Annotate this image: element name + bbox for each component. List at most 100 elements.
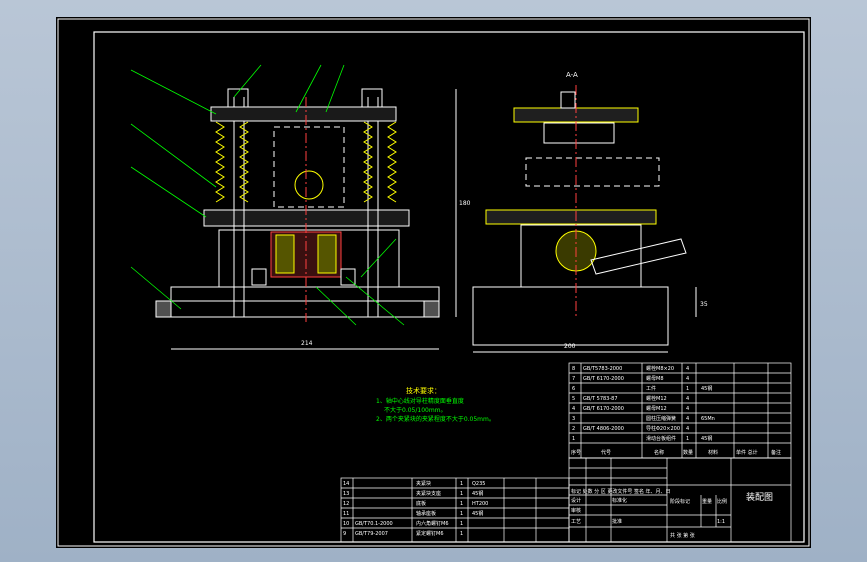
bom-row-name: 夹紧块支座	[416, 490, 441, 497]
clamp-block-right	[317, 234, 337, 274]
bom-row-name: 滑动台板组件	[646, 435, 676, 442]
bom-row-name: 夹紧块	[416, 480, 431, 487]
bom-row-qty: 4	[686, 406, 689, 412]
top-plate	[210, 106, 397, 122]
side-top-block	[543, 122, 615, 144]
title-sheets: 共 张 第 张	[670, 532, 695, 539]
side-handle	[590, 238, 687, 275]
bom-row-no: 5	[572, 396, 575, 402]
bom-header-code: 代号	[601, 449, 611, 456]
bom-upper-rows: 8 GB/T5783-2000 螺栓M8×20 4 7 GB/T 6170-2000 螺母M…	[572, 365, 715, 442]
bom-header-weight: 单件 总计	[736, 449, 758, 456]
bom-row-code: GB/T 4806-2000	[583, 426, 624, 432]
bom-row-no: 13	[343, 491, 349, 497]
base-plate	[170, 286, 440, 302]
bom-row-no: 12	[343, 501, 349, 507]
bom-row-qty: 1	[460, 531, 463, 537]
bom-row-qty: 1	[460, 521, 463, 527]
title-standard: 标准化	[612, 497, 627, 504]
side-workpiece	[525, 157, 660, 187]
dim-width-side: 200	[564, 343, 576, 350]
bom-row-mat: HT200	[472, 501, 488, 507]
outer-frame	[57, 18, 810, 547]
bom-row-mat: 45钢	[472, 510, 483, 517]
tech-req-line-2: 不大于0.05/100mm。	[384, 406, 447, 414]
bom-row-code: GB/T 6170-2000	[583, 376, 624, 382]
bom-row-qty: 1	[686, 386, 689, 392]
title-design: 设计	[571, 497, 581, 504]
title-weight-label: 重量	[702, 498, 712, 505]
dim-small-side: 35	[700, 301, 708, 308]
bom-row-qty: 1	[460, 511, 463, 517]
bom-row-qty: 4	[686, 416, 689, 422]
bom-row-no: 11	[343, 511, 349, 517]
bom-row-name: 螺栓M8×20	[646, 365, 674, 372]
title-stage-label: 阶段标记	[670, 498, 690, 505]
side-top-nut	[560, 91, 576, 109]
bom-row-mat: 45钢	[472, 490, 483, 497]
bom-row-name: 内六角螺钉M6	[416, 520, 449, 527]
tech-req-line-3: 2、两个夹紧块的夹紧程度不大于0.05mm。	[376, 415, 495, 423]
bom-row-code: GB/T5783-2000	[583, 366, 622, 372]
bom-row-code: GB/T79-2007	[355, 531, 388, 537]
bom-row-name: 紧定螺钉M6	[416, 530, 444, 537]
bom-row-name: 圆柱压缩弹簧	[646, 415, 676, 422]
bom-row-code: GB/T70.1-2000	[355, 521, 393, 527]
title-approve: 批准	[612, 518, 622, 525]
nut-top-right	[361, 88, 383, 108]
bom-row-no: 6	[572, 386, 575, 392]
bom-row-qty: 4	[686, 366, 689, 372]
dim-width-front: 214	[301, 340, 313, 347]
bom-row-name: 导柱Φ20×200	[646, 425, 680, 432]
bom-row-name: 工件	[646, 385, 656, 392]
bom-header-note: 备注	[771, 449, 781, 456]
bom-row-qty: 1	[686, 436, 689, 442]
spring-left	[215, 121, 249, 203]
title-row1: 标记 处数 分 区 更改文件号 签名 年、月、日	[571, 488, 671, 495]
bom-row-name: 螺栓M12	[646, 395, 667, 402]
bom-row-name: 底板	[416, 500, 426, 507]
bom-row-qty: 4	[686, 426, 689, 432]
spring-right	[363, 121, 397, 203]
bom-row-no: 1	[572, 436, 575, 442]
section-label: A-A	[566, 71, 578, 79]
side-view	[472, 85, 697, 353]
clamp-block-left	[275, 234, 295, 274]
base-hatch-left	[155, 300, 172, 318]
bom-row-no: 4	[572, 406, 575, 412]
title-scale-label: 比例	[717, 498, 727, 505]
title-audit: 审核	[571, 507, 581, 514]
bom-row-no: 14	[343, 481, 349, 487]
bom-header-mat: 材料	[708, 449, 718, 456]
bom-row-name: 轴承座板	[416, 510, 436, 517]
bom-row-code: GB/T 6170-2000	[583, 406, 624, 412]
bom-row-no: 2	[572, 426, 575, 432]
bom-header-name: 名称	[654, 449, 664, 456]
bom-row-mat: 45钢	[701, 385, 712, 392]
bom-row-mat: Q235	[472, 481, 485, 487]
workpiece-arc	[294, 170, 324, 200]
nut-bottom-left	[251, 268, 267, 286]
bom-row-no: 3	[572, 416, 575, 422]
bom-row-qty: 4	[686, 376, 689, 382]
leader-lines	[130, 64, 405, 326]
dim-height-front: 180	[459, 200, 471, 207]
bom-row-name: 螺母M12	[646, 405, 667, 412]
title-process: 工艺	[571, 519, 581, 525]
workpiece-outline	[273, 126, 345, 208]
tech-req-title: 技术要求：	[406, 386, 441, 395]
bom-row-no: 7	[572, 376, 575, 382]
bom-row-qty: 4	[686, 396, 689, 402]
bom-row-no: 10	[343, 521, 349, 527]
bom-header-qty: 数量	[683, 449, 693, 456]
drawing-sheet: 214 180 A-A 200 35 技术要求： 1、轴中心线对导柱精度面垂直度…	[56, 17, 811, 548]
bom-row-mat: 65Mn	[701, 416, 715, 422]
bom-row-qty: 1	[460, 491, 463, 497]
side-base	[472, 286, 669, 346]
bom-row-no: 8	[572, 366, 575, 372]
bom-lower-rows: 14 夹紧块 1 Q235 13 夹紧块支座 1 45钢 12 底板 1 HT200 11 轴承座板 1 45…	[343, 480, 488, 537]
drawing-name: 装配图	[746, 491, 773, 503]
bom-row-code: GB/T 5783-87	[583, 396, 618, 402]
cad-drawing: 214 180 A-A 200 35 技术要求： 1、轴中心线对导柱精度面垂直度…	[57, 18, 810, 547]
bom-header-no: 序号	[571, 449, 581, 456]
